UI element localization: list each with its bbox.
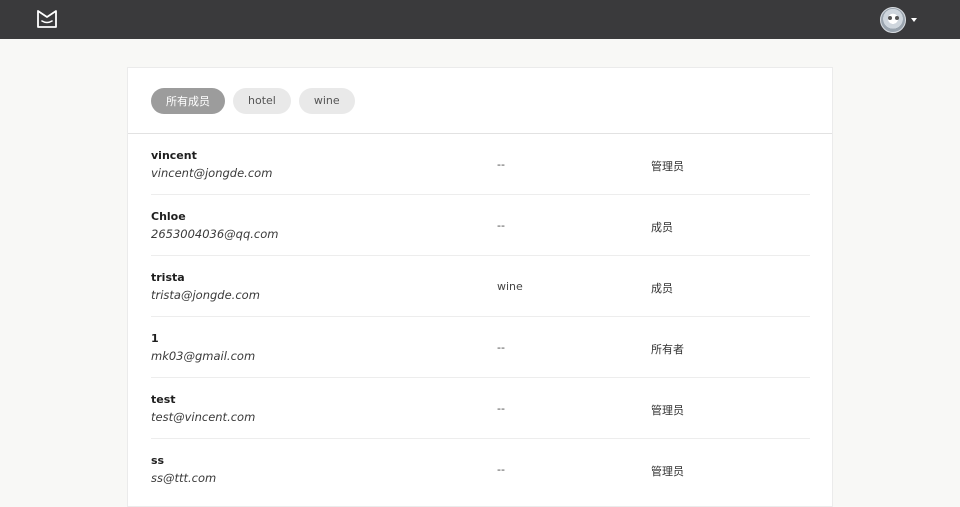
- member-row[interactable]: vincent vincent@jongde.com -- 管理员: [151, 134, 810, 195]
- caret-down-icon: [911, 18, 917, 22]
- tab-all-members[interactable]: 所有成员: [151, 87, 225, 114]
- member-email: ss@ttt.com: [151, 471, 217, 485]
- user-avatar-icon[interactable]: [880, 7, 906, 33]
- app-logo-icon[interactable]: [36, 9, 58, 29]
- member-group: --: [497, 158, 505, 171]
- member-group: --: [497, 402, 505, 415]
- member-group: --: [497, 341, 505, 354]
- member-row[interactable]: Chloe 2653004036@qq.com -- 成员: [151, 195, 810, 256]
- member-email: vincent@jongde.com: [151, 166, 273, 180]
- members-card: 所有成员 hotel wine vincent vincent@jongde.c…: [127, 67, 833, 507]
- member-email: 2653004036@qq.com: [151, 227, 279, 241]
- member-name: Chloe: [151, 210, 186, 223]
- member-group: --: [497, 219, 505, 232]
- member-row[interactable]: trista trista@jongde.com wine 成员: [151, 256, 810, 317]
- top-navbar: [0, 0, 960, 39]
- member-name: ss: [151, 454, 165, 467]
- member-role: 所有者: [651, 343, 684, 356]
- member-role: 成员: [651, 221, 673, 234]
- member-role: 管理员: [651, 160, 684, 173]
- member-row[interactable]: 1 mk03@gmail.com -- 所有者: [151, 317, 810, 378]
- member-list: vincent vincent@jongde.com -- 管理员 Chloe …: [151, 134, 810, 500]
- member-role: 成员: [651, 282, 673, 295]
- member-group: wine: [497, 280, 523, 293]
- member-email: test@vincent.com: [151, 410, 256, 424]
- tab-hotel[interactable]: hotel: [233, 87, 291, 114]
- user-menu-toggle[interactable]: [880, 6, 917, 34]
- member-email: trista@jongde.com: [151, 288, 260, 302]
- member-name: 1: [151, 332, 159, 345]
- member-row[interactable]: test test@vincent.com -- 管理员: [151, 378, 810, 439]
- member-name: test: [151, 393, 176, 406]
- tab-wine[interactable]: wine: [298, 87, 355, 114]
- group-filter-tabs: 所有成员 hotel wine: [128, 68, 832, 134]
- member-role: 管理员: [651, 404, 684, 417]
- member-group: --: [497, 463, 505, 476]
- member-name: vincent: [151, 149, 197, 162]
- member-role: 管理员: [651, 465, 684, 478]
- member-email: mk03@gmail.com: [151, 349, 256, 363]
- member-name: trista: [151, 271, 185, 284]
